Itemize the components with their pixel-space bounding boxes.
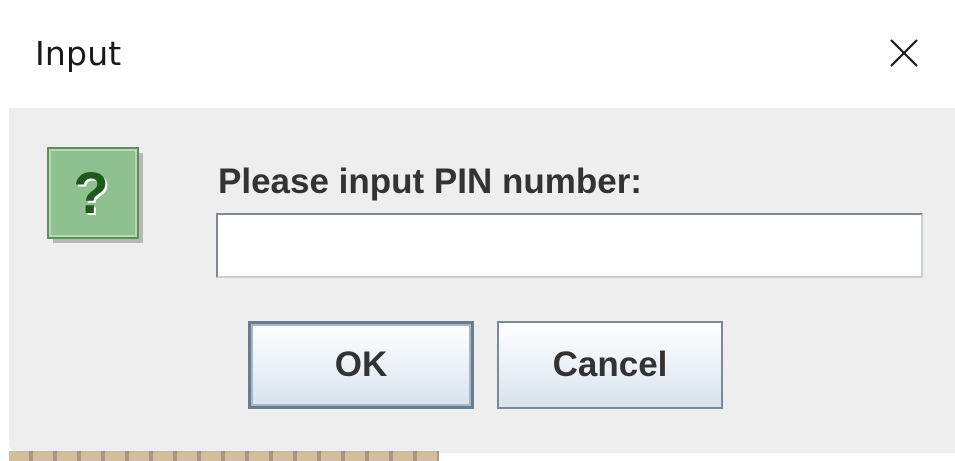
dialog-content: [9, 108, 955, 453]
question-icon: ? ?: [47, 147, 145, 245]
svg-text:?: ?: [73, 161, 108, 226]
close-button[interactable]: [872, 28, 934, 80]
window-title: Input: [35, 34, 122, 73]
pin-input[interactable]: [216, 213, 923, 278]
background-window-edge: [9, 451, 439, 461]
cancel-button[interactable]: Cancel: [497, 321, 723, 409]
ok-button[interactable]: OK: [248, 321, 474, 409]
pin-prompt-label: Please input PIN number:: [218, 162, 642, 201]
input-dialog-window: Input ? ? Please input PIN number: OK Ca…: [0, 0, 955, 461]
title-bar[interactable]: Input: [0, 0, 955, 108]
